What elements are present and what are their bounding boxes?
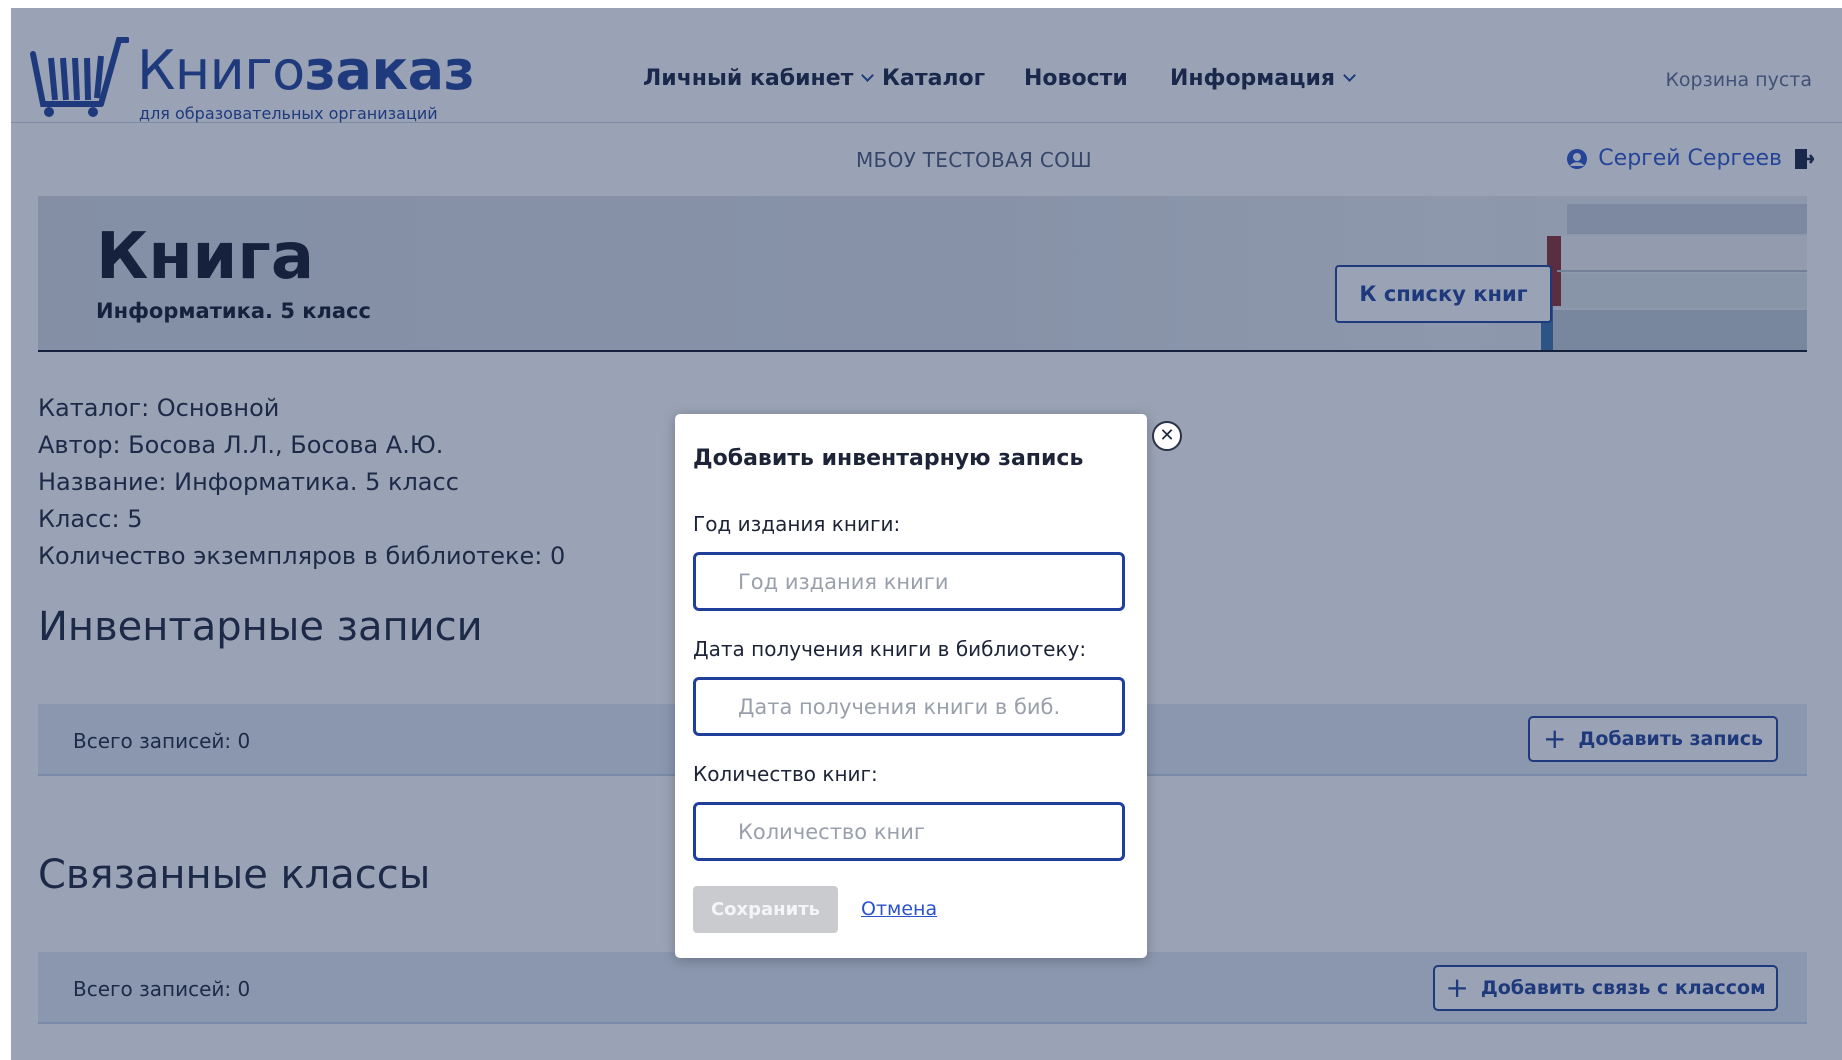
save-button[interactable]: Сохранить	[693, 886, 838, 933]
page: Книгозаказ для образовательных организац…	[11, 8, 1842, 1060]
year-input[interactable]	[693, 552, 1125, 611]
modal-title: Добавить инвентарную запись	[693, 446, 1084, 471]
add-inventory-modal: Добавить инвентарную запись Год издания …	[675, 414, 1147, 958]
year-label: Год издания книги:	[693, 512, 901, 536]
close-icon[interactable]: ✕	[1152, 421, 1182, 451]
cancel-link[interactable]: Отмена	[861, 898, 937, 920]
date-label: Дата получения книги в библиотеку:	[693, 637, 1087, 661]
quantity-input[interactable]	[693, 802, 1125, 861]
date-input[interactable]	[693, 677, 1125, 736]
quantity-label: Количество книг:	[693, 762, 878, 786]
